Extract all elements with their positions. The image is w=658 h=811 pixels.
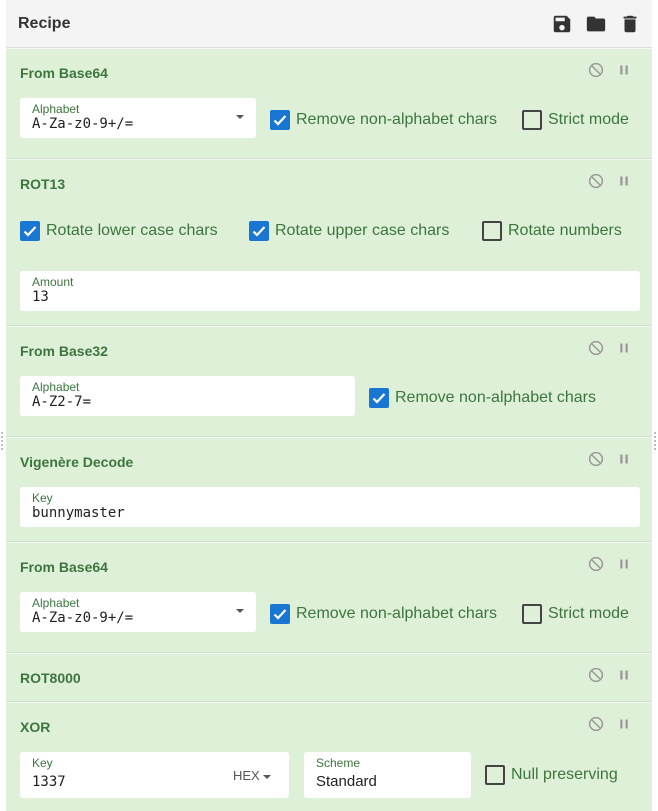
operation-xor: XOR Key 1337 HEX Scheme Standard Null pr…	[6, 703, 652, 811]
checkbox-label: Rotate numbers	[508, 222, 622, 239]
checkbox-label: Remove non-alphabet chars	[296, 111, 498, 128]
checkbox-label: Rotate lower case chars	[46, 222, 218, 239]
disable-icon[interactable]	[587, 172, 605, 190]
key-value: bunnymaster	[32, 505, 125, 521]
alphabet-label: Alphabet	[32, 102, 80, 116]
checkbox-checked-icon	[270, 110, 290, 130]
key-value: 1337	[32, 774, 66, 790]
operation-rot13: ROT13 Rotate lower case chars Rotate upp…	[6, 160, 652, 326]
operation-title: From Base32	[20, 343, 108, 359]
disable-icon[interactable]	[587, 61, 605, 79]
recipe-title: Recipe	[18, 15, 71, 32]
disable-icon[interactable]	[587, 339, 605, 357]
trash-icon[interactable]	[619, 13, 641, 35]
alphabet-value: A-Za-z0-9+/=	[32, 610, 134, 626]
operation-from-base32: From Base32 Alphabet A-Z2-7= Remove non-…	[6, 327, 652, 437]
operation-from-base64: From Base64 Alphabet A-Za-z0-9+/= Remove…	[6, 49, 652, 159]
pause-icon[interactable]	[615, 61, 633, 79]
chevron-down-icon	[262, 774, 271, 779]
disable-icon[interactable]	[587, 555, 605, 573]
disable-icon[interactable]	[587, 450, 605, 468]
key-field[interactable]: Key bunnymaster	[20, 487, 640, 527]
checkbox-unchecked-icon	[482, 221, 502, 241]
scheme-label: Scheme	[316, 756, 361, 770]
operation-title: From Base64	[20, 559, 108, 575]
amount-field[interactable]: Amount 13	[20, 271, 640, 311]
operation-title: ROT13	[20, 176, 66, 192]
operation-title: XOR	[20, 719, 51, 735]
checkbox-checked-icon	[20, 221, 40, 241]
checkbox-label: Strict mode	[548, 111, 629, 128]
save-icon[interactable]	[551, 13, 573, 35]
checkbox-checked-icon	[270, 604, 290, 624]
alphabet-value: A-Z2-7=	[32, 394, 92, 410]
pause-icon[interactable]	[615, 555, 633, 573]
scheme-value: Standard	[316, 773, 377, 790]
chevron-down-icon	[236, 115, 244, 119]
disable-icon[interactable]	[587, 715, 605, 733]
alphabet-label: Alphabet	[32, 380, 80, 394]
pause-icon[interactable]	[615, 450, 633, 468]
recipe-panel: Recipe From Base64 Alphabet A-Za-z0-9+/=…	[6, 0, 652, 811]
operation-title: ROT8000	[20, 670, 81, 686]
left-resize-handle[interactable]	[1, 432, 3, 450]
chevron-down-icon	[236, 609, 244, 613]
checkbox-label: Strict mode	[548, 605, 629, 622]
alphabet-value: A-Za-z0-9+/=	[32, 116, 134, 132]
operation-vigenere-decode: Vigenère Decode Key bunnymaster	[6, 438, 652, 542]
checkbox-checked-icon	[249, 221, 269, 241]
operation-rot8000: ROT8000	[6, 654, 652, 702]
recipe-header: Recipe	[6, 0, 652, 48]
disable-icon[interactable]	[587, 666, 605, 684]
alphabet-select[interactable]: Alphabet A-Za-z0-9+/=	[20, 592, 256, 632]
checkbox-label: Rotate upper case chars	[275, 222, 450, 239]
operation-title: Vigenère Decode	[20, 454, 134, 470]
pause-icon[interactable]	[615, 172, 633, 190]
checkbox-unchecked-icon	[485, 765, 505, 785]
folder-icon[interactable]	[585, 13, 607, 35]
key-label: Key	[32, 491, 53, 505]
checkbox-checked-icon	[369, 388, 389, 408]
key-format-dropdown[interactable]: HEX	[233, 768, 271, 783]
operation-title: From Base64	[20, 65, 108, 81]
key-label: Key	[32, 756, 53, 770]
amount-label: Amount	[32, 275, 74, 289]
operation-from-base64-2: From Base64 Alphabet A-Za-z0-9+/= Remove…	[6, 543, 652, 653]
right-resize-handle[interactable]	[654, 432, 656, 450]
checkbox-label: Remove non-alphabet chars	[395, 389, 597, 406]
checkbox-unchecked-icon	[522, 604, 542, 624]
scheme-select[interactable]: Scheme Standard	[304, 752, 471, 798]
key-field[interactable]: Key 1337 HEX	[20, 752, 289, 798]
checkbox-unchecked-icon	[522, 110, 542, 130]
pause-icon[interactable]	[615, 715, 633, 733]
pause-icon[interactable]	[615, 339, 633, 357]
key-format-value: HEX	[233, 768, 260, 783]
alphabet-select[interactable]: Alphabet A-Za-z0-9+/=	[20, 98, 256, 138]
checkbox-label: Null preserving	[511, 766, 618, 783]
alphabet-label: Alphabet	[32, 596, 80, 610]
alphabet-field[interactable]: Alphabet A-Z2-7=	[20, 376, 355, 416]
checkbox-label: Remove non-alphabet chars	[296, 605, 498, 622]
pause-icon[interactable]	[615, 666, 633, 684]
amount-value: 13	[32, 289, 49, 305]
